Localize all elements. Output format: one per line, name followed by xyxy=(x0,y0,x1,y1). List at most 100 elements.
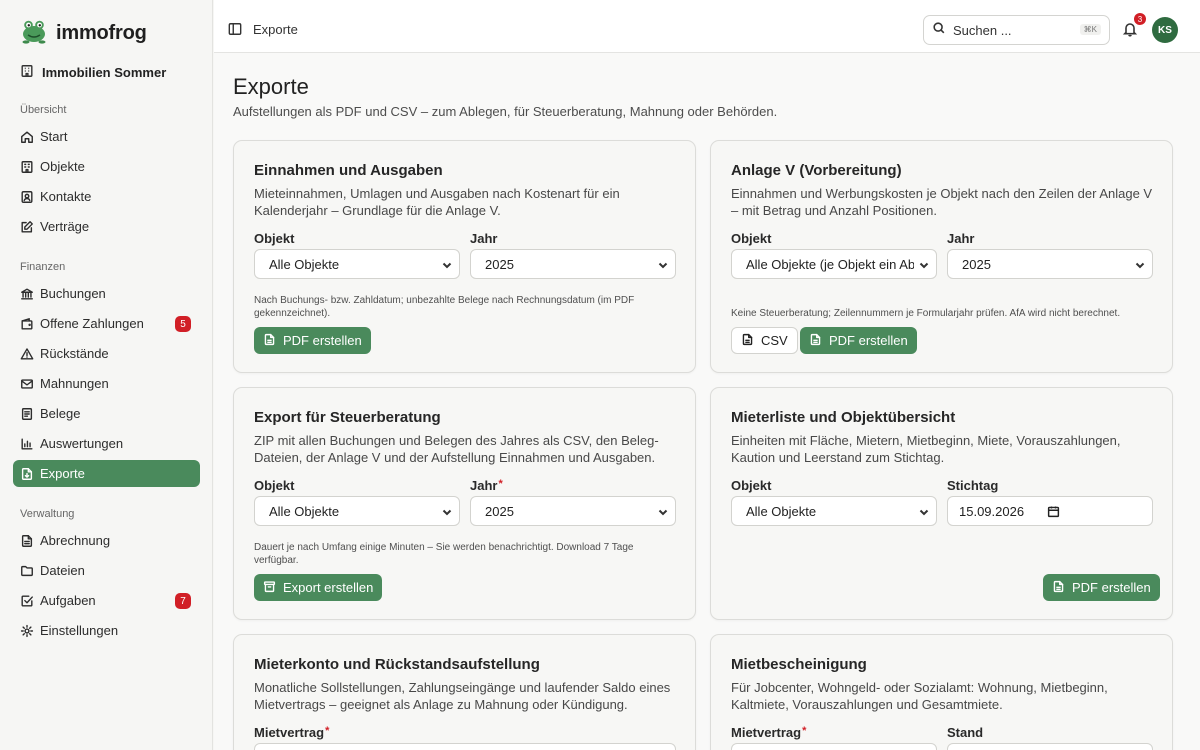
select-value: Alle Objekte xyxy=(269,503,340,519)
archive-icon xyxy=(263,580,276,596)
sidebar-item-label: Mahnungen xyxy=(40,376,109,391)
sidebar-item-vertraege[interactable]: Verträge xyxy=(13,213,200,240)
sidebar-item-label: Auswertungen xyxy=(40,436,124,451)
sidebar-item-auswertungen[interactable]: Auswertungen xyxy=(13,430,200,457)
main-content: Exporte Aufstellungen als PDF und CSV – … xyxy=(214,53,1200,750)
sidebar-item-belege[interactable]: Belege xyxy=(13,400,200,427)
sidebar-item-label: Objekte xyxy=(40,159,85,174)
chevron-down-icon xyxy=(918,259,930,271)
sidebar-item-label: Kontakte xyxy=(40,189,92,204)
mietvertrag-select[interactable] xyxy=(254,743,676,750)
card-description: ZIP mit allen Buchungen und Belegen des … xyxy=(254,433,659,465)
export-create-button[interactable]: Export erstellen xyxy=(254,574,383,601)
bar-chart-icon xyxy=(20,437,34,451)
objekt-select[interactable]: Alle Objekte xyxy=(254,496,460,526)
card-description: Mieteinnahmen, Umlagen und Ausgaben nach… xyxy=(254,186,620,218)
sidebar: immofrog Immobilien Sommer Übersicht Sta… xyxy=(0,0,213,750)
warning-icon xyxy=(20,347,34,361)
pdf-create-button[interactable]: PDF erstellen xyxy=(800,327,917,354)
document-icon xyxy=(20,534,34,548)
brand[interactable]: immofrog xyxy=(20,17,147,50)
pdf-file-icon xyxy=(1052,580,1065,596)
objekt-label: Objekt xyxy=(731,478,772,493)
section-label-admin: Verwaltung xyxy=(20,508,75,520)
topbar: Exporte Suchen ... ⌘K 3 KS xyxy=(214,0,1200,53)
sidebar-item-abrechnung[interactable]: Abrechnung xyxy=(13,527,200,554)
page-title: Exporte xyxy=(233,74,309,99)
organization-name: Immobilien Sommer xyxy=(42,65,167,80)
chevron-down-icon xyxy=(441,506,453,518)
button-label: Export erstellen xyxy=(283,580,374,595)
select-value: 2025 xyxy=(485,503,514,519)
card-mietbescheinigung: Mietbescheinigung Für Jobcenter, Wohngel… xyxy=(710,634,1173,750)
sidebar-item-rueckstaende[interactable]: Rückstände xyxy=(13,340,200,367)
sidebar-item-objekte[interactable]: Objekte xyxy=(13,153,200,180)
card-description: Für Jobcenter, Wohngeld- oder Sozialamt:… xyxy=(731,680,1108,712)
section-label-overview: Übersicht xyxy=(20,104,67,116)
csv-file-icon xyxy=(741,333,754,349)
objekt-select[interactable]: Alle Objekte xyxy=(254,249,460,279)
csv-button[interactable]: CSV xyxy=(731,327,798,354)
receipt-icon xyxy=(20,407,34,421)
jahr-select[interactable]: 2025 xyxy=(470,496,676,526)
calendar-icon[interactable] xyxy=(1047,505,1060,518)
sidebar-item-aufgaben[interactable]: Aufgaben 7 xyxy=(13,587,200,614)
card-title: Anlage V (Vorbereitung) xyxy=(731,162,902,179)
card-title: Einnahmen und Ausgaben xyxy=(254,162,443,179)
brand-name: immofrog xyxy=(56,22,147,44)
pdf-create-button[interactable]: PDF erstellen xyxy=(254,327,371,354)
button-label: PDF erstellen xyxy=(1072,580,1151,595)
sidebar-item-dateien[interactable]: Dateien xyxy=(13,557,200,584)
card-mieterkonto: Mieterkonto und Rückstandsaufstellung Mo… xyxy=(233,634,696,750)
sidebar-item-mahnungen[interactable]: Mahnungen xyxy=(13,370,200,397)
jahr-select[interactable]: 2025 xyxy=(947,249,1153,279)
card-anlage-v: Anlage V (Vorbereitung) Einnahmen und We… xyxy=(710,140,1173,373)
card-hint: Nach Buchungs- bzw. Zahldatum; unbezahlt… xyxy=(254,295,635,319)
export-file-icon xyxy=(20,467,34,481)
sidebar-item-start[interactable]: Start xyxy=(13,123,200,150)
card-title: Mietbescheinigung xyxy=(731,656,867,673)
organization-switcher[interactable]: Immobilien Sommer xyxy=(20,64,166,81)
wallet-icon xyxy=(20,317,34,331)
sidebar-item-kontakte[interactable]: Kontakte xyxy=(13,183,200,210)
home-icon xyxy=(20,130,34,144)
sidebar-toggle-icon[interactable] xyxy=(228,22,242,36)
section-label-finance: Finanzen xyxy=(20,261,66,273)
mietvertrag-label: Mietvertrag* xyxy=(731,725,807,740)
breadcrumb[interactable]: Exporte xyxy=(253,22,298,37)
objekt-select[interactable]: Alle Objekte xyxy=(731,496,937,526)
sidebar-item-label: Einstellungen xyxy=(40,623,119,638)
sidebar-item-einstellungen[interactable]: Einstellungen xyxy=(13,617,200,644)
mail-icon xyxy=(20,377,34,391)
stichtag-date-input[interactable]: 15.09.2026 xyxy=(947,496,1153,526)
pdf-create-button[interactable]: PDF erstellen xyxy=(1043,574,1160,601)
objekt-select[interactable]: Alle Objekte (je Objekt ein Abschnitt) xyxy=(731,249,937,279)
search-input[interactable]: Suchen ... ⌘K xyxy=(923,15,1110,45)
card-steuerberatung: Export für Steuerberatung ZIP mit allen … xyxy=(233,387,696,620)
search-icon xyxy=(932,21,946,40)
jahr-select[interactable]: 2025 xyxy=(470,249,676,279)
avatar[interactable]: KS xyxy=(1152,17,1178,43)
sidebar-item-label: Rückstände xyxy=(40,346,109,361)
sidebar-item-label: Aufgaben xyxy=(40,593,96,608)
sidebar-item-label: Buchungen xyxy=(40,286,106,301)
sidebar-item-label: Exporte xyxy=(40,466,85,481)
stand-label: Stand xyxy=(947,725,984,740)
stand-input[interactable] xyxy=(947,743,1153,750)
chevron-down-icon xyxy=(918,506,930,518)
select-value: Alle Objekte xyxy=(269,256,340,272)
sidebar-item-offene-zahlungen[interactable]: Offene Zahlungen 5 xyxy=(13,310,200,337)
pdf-file-icon xyxy=(263,333,276,349)
required-mark: * xyxy=(802,725,807,737)
button-label: PDF erstellen xyxy=(283,333,362,348)
card-title: Export für Steuerberatung xyxy=(254,409,441,426)
required-mark: * xyxy=(498,478,503,490)
sidebar-item-buchungen[interactable]: Buchungen xyxy=(13,280,200,307)
count-badge: 5 xyxy=(175,316,191,332)
sidebar-item-exporte[interactable]: Exporte xyxy=(13,460,200,487)
jahr-label: Jahr xyxy=(947,231,975,246)
objekt-label: Objekt xyxy=(254,478,295,493)
mietvertrag-select[interactable] xyxy=(731,743,937,750)
jahr-label: Jahr* xyxy=(470,478,503,493)
bank-icon xyxy=(20,287,34,301)
